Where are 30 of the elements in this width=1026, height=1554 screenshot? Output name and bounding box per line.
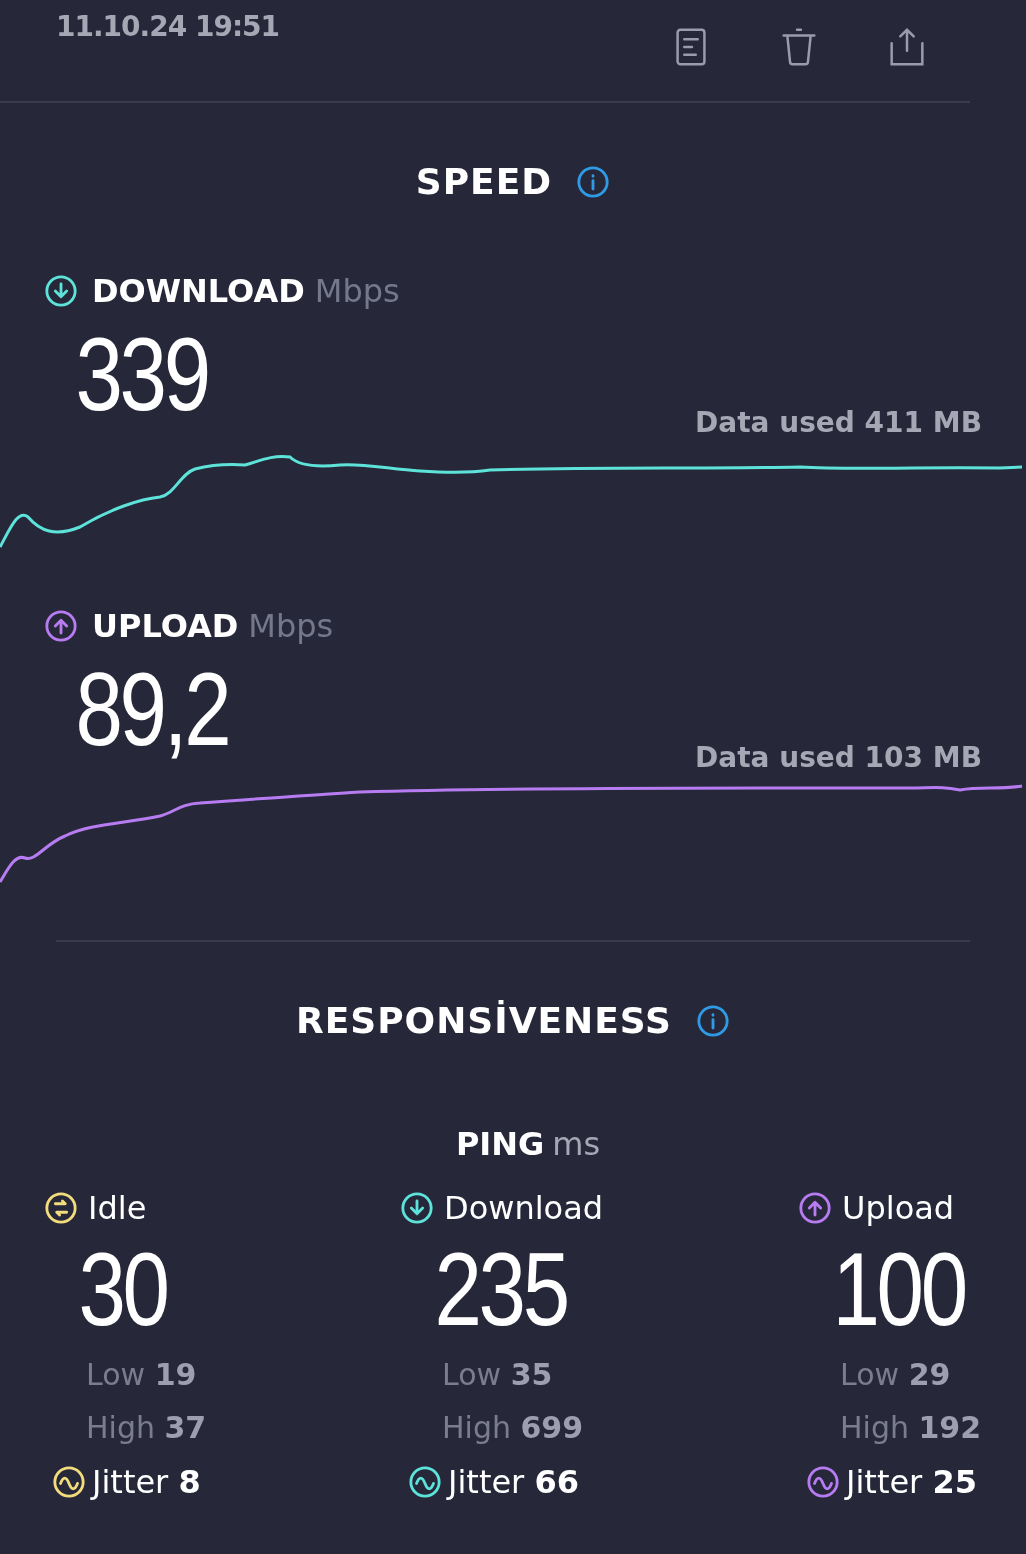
info-icon[interactable]: [696, 1003, 731, 1038]
ping-label: PING: [455, 1125, 545, 1163]
ping-type-label: Upload: [842, 1189, 955, 1227]
ping-value: 30: [77, 1237, 167, 1341]
jitter-value: Jitter 25: [846, 1463, 977, 1501]
unit-label: ms: [552, 1125, 601, 1163]
test-label: UPLOAD: [92, 607, 239, 645]
unit-label: Mbps: [314, 272, 400, 310]
ping-type-label: Download: [444, 1189, 604, 1227]
ping-value: 100: [831, 1237, 965, 1341]
low-value: Low 19: [85, 1357, 197, 1392]
data-used: Data used 411 MB: [695, 406, 983, 439]
speed-value: 89,2: [74, 657, 229, 761]
section-title: RESPONSİVENESS: [295, 1000, 673, 1041]
jitter-value: Jitter 66: [448, 1463, 579, 1501]
low-value: Low 35: [441, 1357, 553, 1392]
low-value: Low 29: [839, 1357, 951, 1392]
high-value: High 192: [839, 1410, 982, 1445]
timestamp: 11.10.24 19:51: [56, 10, 280, 43]
test-label: DOWNLOAD: [92, 272, 305, 310]
unit-label: Mbps: [248, 607, 334, 645]
speed-value: 339: [74, 322, 208, 426]
info-icon[interactable]: [576, 164, 611, 199]
ping-value: 235: [433, 1237, 567, 1341]
section-title: SPEED: [415, 161, 553, 202]
high-value: High 37: [85, 1410, 207, 1445]
high-value: High 699: [441, 1410, 584, 1445]
jitter-value: Jitter 8: [92, 1463, 201, 1501]
ping-type-label: Idle: [88, 1189, 147, 1227]
data-used: Data used 103 MB: [695, 741, 983, 774]
